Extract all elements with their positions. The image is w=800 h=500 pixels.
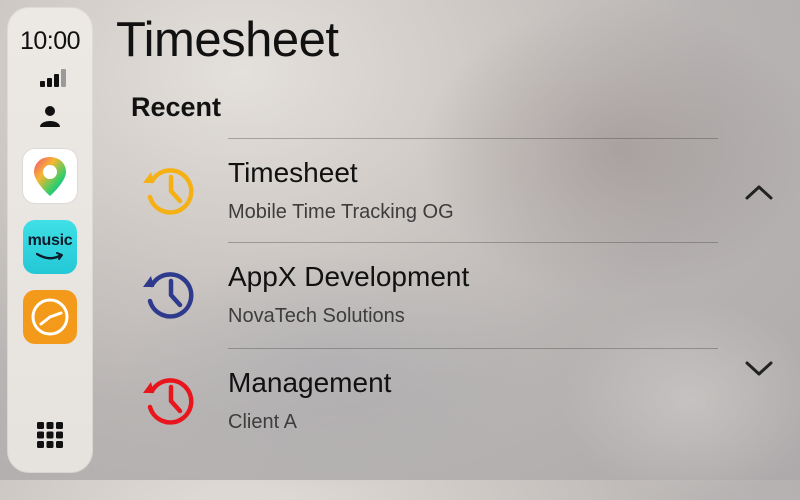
list-item-title: Management (228, 367, 392, 398)
list-item-title: Timesheet (228, 157, 358, 188)
timesheet-clock-icon (31, 298, 69, 336)
list-item-subtitle: Mobile Time Tracking OG (228, 201, 454, 223)
amazon-smile-icon (36, 252, 63, 260)
list-item-subtitle: Client A (228, 411, 297, 433)
page-title: Timesheet (116, 13, 339, 67)
history-clock-icon (143, 272, 194, 319)
history-clock-icon (143, 168, 194, 215)
scroll-down-chevron-icon[interactable] (742, 356, 776, 380)
music-app-label: music (27, 232, 73, 249)
amazon-music-app-icon[interactable]: music (23, 220, 77, 274)
app-grid-icon[interactable] (36, 421, 64, 449)
carplay-sidebar: 10:00 music (7, 7, 93, 473)
list-item-title: AppX Development (228, 261, 470, 292)
list-item-management[interactable]: Management Client A (130, 349, 730, 453)
scroll-up-chevron-icon[interactable] (742, 181, 776, 205)
status-time: 10:00 (19, 27, 81, 55)
person-icon[interactable] (38, 104, 62, 128)
timesheet-app-icon[interactable] (23, 290, 77, 344)
list-item-timesheet[interactable]: Timesheet Mobile Time Tracking OG (130, 139, 730, 243)
list-item-subtitle: NovaTech Solutions (228, 305, 405, 327)
list-item-appx-development[interactable]: AppX Development NovaTech Solutions (130, 243, 730, 347)
signal-strength-icon (40, 69, 70, 87)
history-clock-icon (143, 378, 194, 425)
section-title-recent: Recent (131, 92, 222, 122)
maps-icon (34, 157, 66, 196)
maps-app-icon[interactable] (23, 149, 77, 203)
